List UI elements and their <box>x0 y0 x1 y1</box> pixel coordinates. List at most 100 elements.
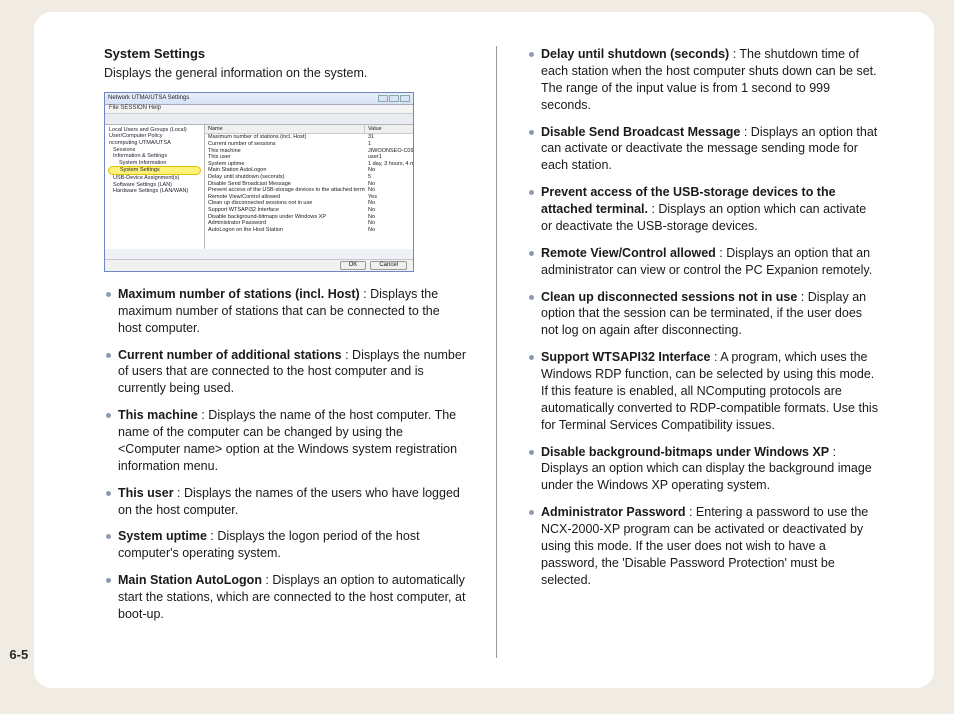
left-column: System Settings Displays the general inf… <box>104 46 496 658</box>
list-item: System uptime : Displays the logon perio… <box>118 528 466 562</box>
row-name: Maximum number of stations (incl. Host) <box>205 134 365 141</box>
list-item: This machine : Displays the name of the … <box>118 407 466 475</box>
row-value: No <box>365 167 413 174</box>
list-item: Disable Send Broadcast Message : Display… <box>541 124 878 175</box>
col-value: Value <box>365 125 413 134</box>
row-value: 1 day, 3 hours, 4 minutes, 52 seconds <box>365 161 413 168</box>
term: Disable background-bitmaps under Windows… <box>541 445 829 459</box>
window-controls <box>378 95 410 102</box>
right-column: Delay until shutdown (seconds) : The shu… <box>496 46 888 658</box>
ok-button[interactable]: OK <box>340 261 367 270</box>
row-name: This user <box>205 154 365 161</box>
list-item: Maximum number of stations (incl. Host) … <box>118 286 466 337</box>
term: Current number of additional stations <box>118 348 342 362</box>
row-name: Main Station AutoLogon <box>205 167 365 174</box>
page-number: 6-5 <box>9 647 28 662</box>
list-item: Delay until shutdown (seconds) : The shu… <box>541 46 878 114</box>
row-value: 31 <box>365 134 413 141</box>
window-titlebar: Network UTMA/UTSA Settings <box>105 93 413 105</box>
list-row: Remote View/Control allowedYes <box>205 194 413 201</box>
term: Support WTSAPI32 Interface <box>541 350 710 364</box>
term: Main Station AutoLogon <box>118 573 262 587</box>
list-row: Clean up disconnected sessions not in us… <box>205 200 413 207</box>
definition-list-right: Delay until shutdown (seconds) : The shu… <box>527 46 878 589</box>
list-row: Current number of sessions1 <box>205 141 413 148</box>
row-value: 5 <box>365 174 413 181</box>
row-value: No <box>365 200 413 207</box>
tree-item: USB-Device Assignment(s) <box>107 175 202 182</box>
row-name: Remote View/Control allowed <box>205 194 365 201</box>
term: This user <box>118 486 174 500</box>
definition-list-left: Maximum number of stations (incl. Host) … <box>104 286 466 623</box>
row-value: No <box>365 187 413 194</box>
row-name: This machine <box>205 148 365 155</box>
tree-item: Local Users and Groups (Local) <box>107 127 202 134</box>
term: Maximum number of stations (incl. Host) <box>118 287 360 301</box>
row-name: Delay until shutdown (seconds) <box>205 174 365 181</box>
row-value: 1 <box>365 141 413 148</box>
list-item: Clean up disconnected sessions not in us… <box>541 289 878 340</box>
row-value: No <box>365 220 413 227</box>
row-value: No <box>365 227 413 234</box>
tree-item: Sessions <box>107 147 202 154</box>
tree-item: ncomputing UTMA/UTSA <box>107 140 202 147</box>
row-name: AutoLogon on the Host Station <box>205 227 365 234</box>
dialog-footer: OK Cancel <box>105 259 413 271</box>
row-name: Disable Send Broadcast Message <box>205 181 365 188</box>
term: Clean up disconnected sessions not in us… <box>541 290 797 304</box>
row-value: No <box>365 207 413 214</box>
term: Disable Send Broadcast Message <box>541 125 740 139</box>
list-row: Disable background-bitmaps under Windows… <box>205 214 413 221</box>
tree-item: Hardware Settings (LAN/WAN) <box>107 188 202 195</box>
row-value: Yes <box>365 194 413 201</box>
row-value: No <box>365 181 413 188</box>
list-item: Support WTSAPI32 Interface : A program, … <box>541 349 878 433</box>
list-item: Current number of additional stations : … <box>118 347 466 398</box>
list-row: Administrator PasswordNo <box>205 220 413 227</box>
list-row: Main Station AutoLogonNo <box>205 167 413 174</box>
row-value: JIWOONSEO-C09EE <box>365 148 413 155</box>
window-title: Network UTMA/UTSA Settings <box>108 95 189 102</box>
list-item: Prevent access of the USB-storage device… <box>541 184 878 235</box>
row-name: Support WTSAPI32 Interface <box>205 207 365 214</box>
term: System uptime <box>118 529 207 543</box>
list-row: Delay until shutdown (seconds)5 <box>205 174 413 181</box>
term: Delay until shutdown (seconds) <box>541 47 729 61</box>
toolbar <box>105 114 413 125</box>
term: Prevent access of the USB-storage device… <box>541 185 836 216</box>
col-name: Name <box>205 125 365 134</box>
row-name: Prevent access of the USB-storage device… <box>205 187 365 194</box>
tree-item: System Information <box>107 160 202 167</box>
settings-screenshot: Network UTMA/UTSA Settings File SESSION … <box>104 92 414 272</box>
list-row: Disable Send Broadcast MessageNo <box>205 181 413 188</box>
list-item: Remote View/Control allowed : Displays a… <box>541 245 878 279</box>
list-row: This machineJIWOONSEO-C09EE <box>205 148 413 155</box>
row-name: System uptime <box>205 161 365 168</box>
list-row: Support WTSAPI32 InterfaceNo <box>205 207 413 214</box>
tree-item: User/Computer Policy <box>107 133 202 140</box>
row-name: Current number of sessions <box>205 141 365 148</box>
row-name: Administrator Password <box>205 220 365 227</box>
tree-item: System Settings <box>108 166 201 175</box>
list-row: Prevent access of the USB-storage device… <box>205 187 413 194</box>
row-name: Disable background-bitmaps under Windows… <box>205 214 365 221</box>
term: Remote View/Control allowed <box>541 246 716 260</box>
term: Administrator Password <box>541 505 685 519</box>
section-intro: Displays the general information on the … <box>104 65 466 82</box>
row-name: Clean up disconnected sessions not in us… <box>205 200 365 207</box>
manual-page: System Settings Displays the general inf… <box>34 12 934 688</box>
cancel-button[interactable]: Cancel <box>370 261 407 270</box>
list-row: AutoLogon on the Host StationNo <box>205 227 413 234</box>
list-item: Administrator Password : Entering a pass… <box>541 504 878 588</box>
list-row: This useruser1 <box>205 154 413 161</box>
list-row: Maximum number of stations (incl. Host)3… <box>205 134 413 141</box>
list-row: System uptime1 day, 3 hours, 4 minutes, … <box>205 161 413 168</box>
row-value: No <box>365 214 413 221</box>
menu-bar: File SESSION Help <box>105 105 413 114</box>
list-item: This user : Displays the names of the us… <box>118 485 466 519</box>
tree-item: Information & Settings <box>107 153 202 160</box>
list-item: Disable background-bitmaps under Windows… <box>541 444 878 495</box>
section-heading: System Settings <box>104 46 466 61</box>
row-value: user1 <box>365 154 413 161</box>
nav-tree: Local Users and Groups (Local)User/Compu… <box>105 125 205 249</box>
